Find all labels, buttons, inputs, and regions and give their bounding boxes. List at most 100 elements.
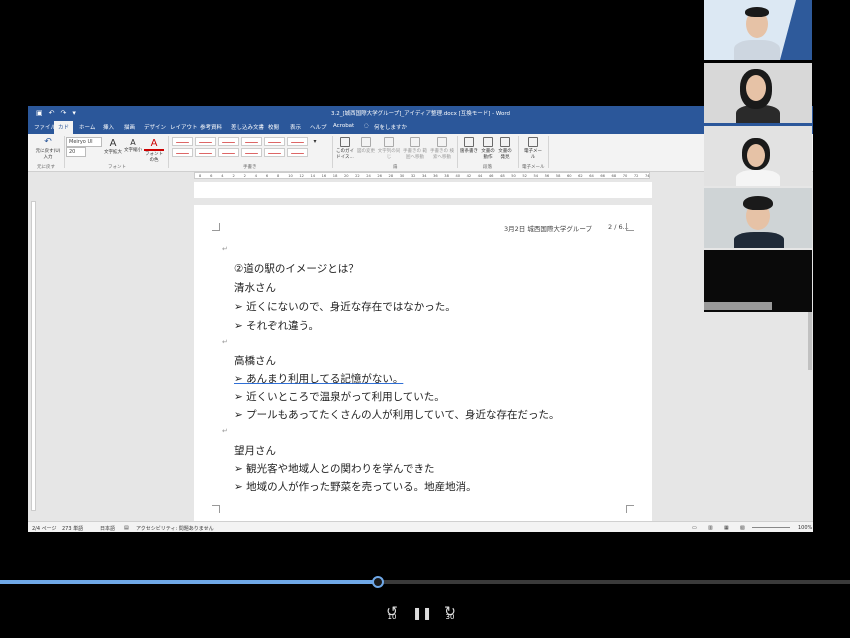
pen-tile[interactable] — [287, 148, 308, 157]
doc-line[interactable]: ➢ あんまり利用してる記憶がない。 — [234, 371, 403, 386]
ink-search-button[interactable]: 手書きの 検索へ移動 — [429, 137, 455, 160]
ruler-tick: 74 — [645, 174, 650, 178]
email-icon — [528, 137, 538, 147]
font-size-select[interactable]: 20 — [66, 147, 86, 157]
doc-line[interactable]: ②道の駅のイメージとは？ — [234, 261, 359, 276]
tab-help[interactable]: ヘルプ — [310, 123, 327, 131]
doc-action-button[interactable]: 文書の 動作 — [480, 137, 496, 160]
video-tile-5[interactable] — [704, 250, 812, 312]
focus-icon[interactable]: ▭ — [692, 525, 697, 531]
video-tile-4[interactable] — [704, 188, 812, 248]
tab-layout[interactable]: レイアウト — [170, 123, 198, 131]
bullets-button[interactable]: 箇条書き — [460, 137, 478, 154]
ribbon-separator — [518, 136, 519, 168]
tab-draw-active[interactable]: カド — [54, 121, 74, 134]
tab-home[interactable]: ホーム — [79, 123, 95, 131]
shrink-font-button[interactable]: A 文字縮小 — [124, 138, 142, 153]
doc-line[interactable]: ➢ 近くにないので、身近な存在ではなかった。 — [234, 299, 456, 314]
doc-line[interactable]: ➢ 地域の人が作った野菜を売っている。地産地消。 — [234, 479, 477, 494]
forward-button[interactable]: ↻ 30 — [438, 604, 462, 626]
ruler-tick: 50 — [511, 174, 516, 178]
video-tile-2[interactable] — [704, 63, 812, 123]
print-layout-icon[interactable]: ▦ — [724, 525, 729, 531]
ink-replay-button[interactable]: 手書きの 範囲へ移動 — [402, 137, 428, 160]
horizontal-ruler[interactable]: 8 6 4 2 2 4 6 8 10 12 14 16 18 20 22 24 26 28 30 32 34 36 38 40… — [194, 172, 650, 179]
web-layout-icon[interactable]: ▧ — [740, 525, 745, 531]
pen-tile[interactable] — [195, 137, 216, 146]
paragraph-mark: ↵ — [222, 245, 228, 253]
font-name-select[interactable]: Meiryo UI — [66, 137, 102, 147]
tab-file[interactable]: ファイル — [34, 123, 56, 131]
ruler-tick: 36 — [433, 174, 438, 178]
pen-tile[interactable] — [241, 148, 262, 157]
ribbon: ↶ 元に戻す(U) 入力 元に戻す Meiryo UI 20 A 文字拡大 A … — [28, 134, 813, 172]
font-color-icon: A — [144, 138, 164, 151]
tell-me-search[interactable]: 何をしますか — [374, 123, 407, 131]
read-mode-icon[interactable]: ▥ — [708, 525, 713, 531]
doc-line[interactable]: ➢ それぞれ違う。 — [234, 318, 319, 333]
status-page[interactable]: 2/4 ページ — [32, 525, 57, 532]
doc-line[interactable]: 清水さん — [234, 280, 276, 295]
ruler-tick: 52 — [522, 174, 527, 178]
ribbon-separator — [548, 136, 549, 168]
zoom-slider[interactable] — [752, 527, 790, 528]
pen-tile[interactable] — [218, 148, 239, 157]
ruler-tick: 4 — [221, 174, 224, 178]
tab-view[interactable]: 表示 — [290, 123, 301, 131]
doc-discover-button[interactable]: 文書の 発見 — [497, 137, 513, 160]
ribbon-separator — [457, 136, 458, 168]
grow-font-button[interactable]: A 文字拡大 — [104, 138, 122, 155]
video-tile-1[interactable] — [704, 0, 812, 60]
status-accessibility[interactable]: アクセシビリティ: 問題ありません — [136, 525, 214, 532]
pen-tile[interactable] — [195, 148, 216, 157]
doc-line[interactable]: ➢ 観光客や地域人との関わりを学んできた — [234, 461, 435, 476]
video-tile-3[interactable] — [704, 126, 812, 186]
ruler-tick: 46 — [488, 174, 494, 178]
doc-line[interactable]: 高橋さん — [234, 353, 276, 368]
undo-button[interactable]: ↶ 元に戻す(U) 入力 — [34, 137, 62, 160]
ink-to-text-button[interactable]: 文字列の同じ — [377, 137, 401, 160]
ruler-tick: 2 — [232, 174, 235, 178]
tab-design[interactable]: デザイン — [144, 123, 166, 131]
pens-more-button[interactable]: ▾ — [311, 138, 319, 145]
document-page[interactable]: 3月2日 城西国際大学グループ 2 / 6... ↵ ②道の駅のイメージとは？ … — [194, 205, 652, 521]
tab-review[interactable]: 校閲 — [268, 123, 279, 131]
email-button[interactable]: 電子メール — [522, 137, 544, 160]
tab-acrobat[interactable]: Acrobat — [333, 123, 354, 129]
tab-draw[interactable]: 描画 — [124, 123, 135, 131]
ink-editor-button[interactable]: 図の変更 — [356, 137, 376, 154]
tab-references[interactable]: 参考資料 — [200, 123, 222, 131]
pen-tile[interactable] — [287, 137, 308, 146]
vertical-ruler[interactable] — [31, 201, 36, 511]
doc-line[interactable]: ➢ プールもあってたくさんの人が利用していて、身近な存在だった。 — [234, 407, 559, 422]
scrollbar-thumb[interactable] — [808, 310, 812, 370]
ink-to-shape-button[interactable]: このガイドイス... — [335, 137, 355, 160]
participant-body — [734, 232, 784, 248]
rewind-button[interactable]: ↺ 10 — [380, 604, 404, 626]
tab-mailings[interactable]: 差し込み文書 — [231, 123, 264, 131]
ruler-tick: 20 — [343, 174, 349, 178]
participant-hair — [743, 196, 773, 210]
pause-button[interactable]: ❚❚ — [412, 606, 432, 628]
ruler-tick: 4 — [254, 174, 258, 178]
pen-tile[interactable] — [241, 137, 262, 146]
pen-tile[interactable] — [218, 137, 239, 146]
ruler-tick: 66 — [600, 174, 605, 178]
pen-tile[interactable] — [264, 137, 285, 146]
pen-tile[interactable] — [172, 137, 193, 146]
font-color-button[interactable]: A フォントの色 — [144, 138, 164, 163]
status-words[interactable]: 273 単語 — [62, 525, 83, 532]
status-language[interactable]: 日本語 — [100, 525, 115, 532]
ruler-tick: 6 — [265, 174, 269, 178]
pen-tile[interactable] — [264, 148, 285, 157]
ruler-tick: 70 — [622, 174, 628, 178]
doc-line[interactable]: 望月さん — [234, 443, 276, 458]
previous-page-bottom — [194, 182, 652, 198]
tab-insert[interactable]: 挿入 — [103, 123, 114, 131]
participant-face — [747, 144, 765, 167]
pen-tile[interactable] — [172, 148, 193, 157]
status-zoom[interactable]: 100% — [798, 525, 812, 531]
undo-arrow-icon: ↶ — [44, 137, 52, 147]
macro-icon[interactable]: ▤ — [124, 525, 129, 531]
doc-line[interactable]: ➢ 近くいところで温泉がって利用していた。 — [234, 389, 445, 404]
